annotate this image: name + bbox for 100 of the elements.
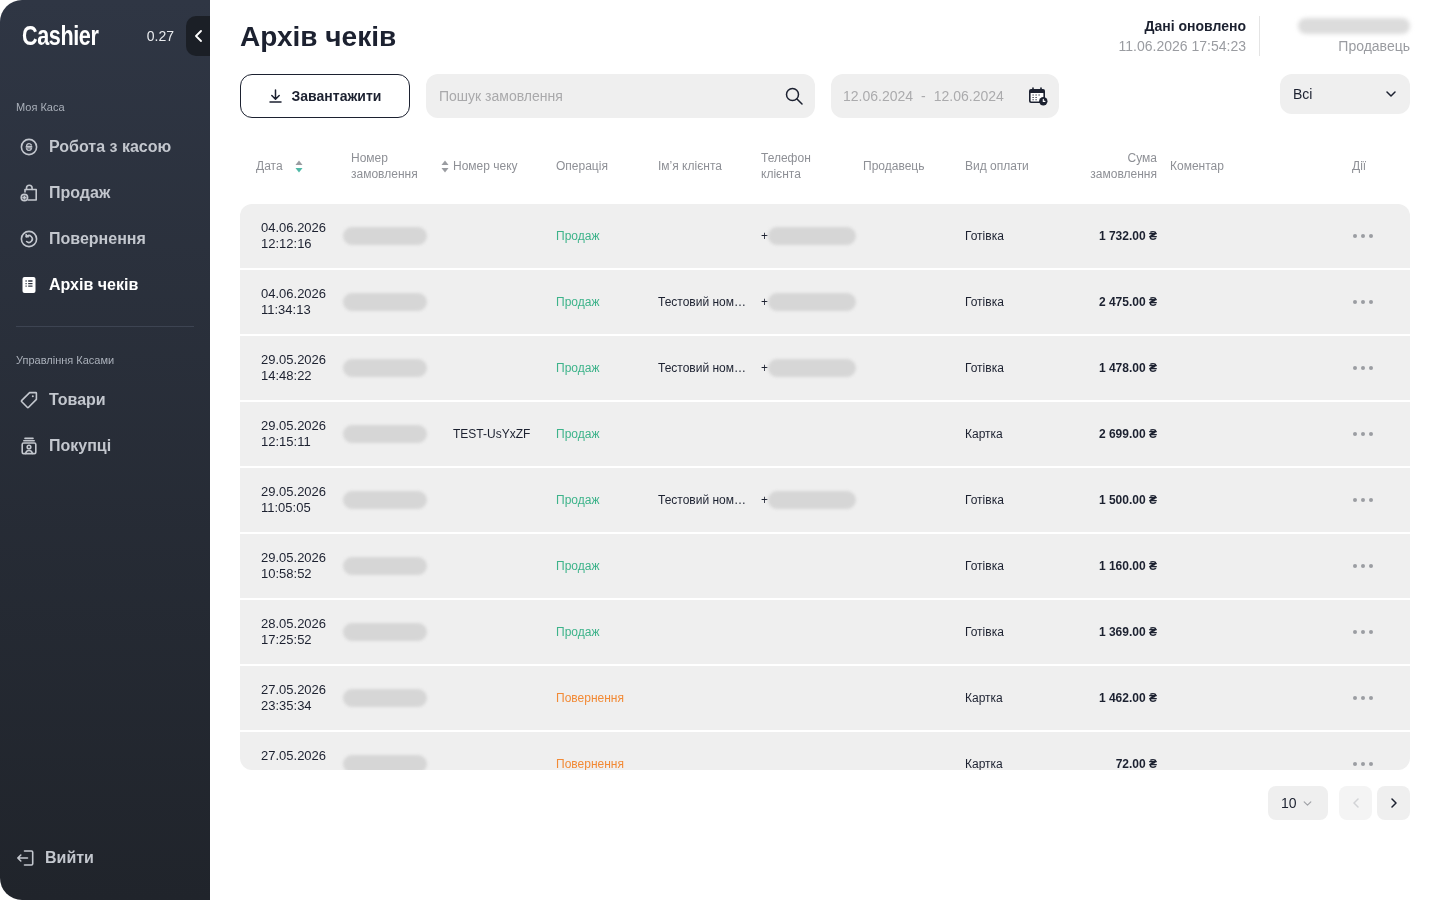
sidebar-item[interactable]: Продаж (20, 170, 111, 216)
sidebar-item[interactable]: Покупці (20, 423, 112, 469)
column-header: Продавець (863, 158, 925, 174)
operation-text: Продаж (556, 229, 600, 243)
update-timestamp: 11.06.2026 17:54:23 (1118, 37, 1246, 56)
date-time: 04.06.2026 12:12:16 (261, 220, 328, 252)
payment-method: Готівка (965, 493, 1004, 507)
order-amount: 1 462.00 ₴ (1098, 690, 1157, 707)
sidebar-item[interactable]: Повернення (20, 216, 146, 262)
sidebar-item[interactable]: Товари (20, 377, 106, 423)
order-amount: 1 160.00 ₴ (1098, 558, 1157, 575)
client-name: Тестовий ном… (658, 295, 747, 309)
filter-select[interactable]: Всі (1280, 74, 1410, 114)
date-time: 29.05.2026 14:48:22 (261, 352, 328, 384)
more-icon[interactable] (1353, 762, 1373, 766)
payment-method: Готівка (965, 625, 1004, 639)
date-time: 28.05.2026 17:25:52 (261, 616, 328, 648)
payment-method: Готівка (965, 295, 1004, 309)
phone-prefix: + (761, 228, 768, 245)
client-name: Тестовий ном… (658, 493, 747, 507)
column-header: Операція (556, 158, 608, 174)
operation-text: Продаж (556, 625, 600, 639)
operation-text: Повернення (556, 757, 624, 770)
tag-icon (20, 391, 38, 409)
phone-prefix: + (761, 294, 768, 311)
column-header: Сума замовлення (1089, 150, 1157, 182)
more-icon[interactable] (1353, 630, 1373, 634)
collapse-button[interactable] (186, 16, 210, 56)
contact-card-icon (20, 437, 38, 455)
download-button[interactable]: Завантажити (240, 74, 410, 118)
operation-text: Продаж (556, 493, 600, 507)
payment-method: Картка (965, 427, 1003, 441)
column-header: Номер чеку (453, 158, 518, 174)
date-time: 04.06.2026 11:34:13 (261, 286, 328, 318)
table-row[interactable]: 04.06.2026 12:12:16 Продаж + Готівка 1 732.00 ₴ (240, 204, 1410, 268)
table-row[interactable]: 29.05.2026 11:05:05 Продаж Тестовий ном… + Готівка 1 500.00 ₴ (240, 468, 1410, 532)
operation-text: Продаж (556, 361, 600, 375)
phone-prefix: + (761, 492, 768, 509)
chevron-left-icon (194, 30, 202, 42)
chevron-left-icon (1352, 798, 1359, 808)
order-amount: 72.00 ₴ (1115, 756, 1157, 770)
check-number: TEST-UsYxZF (453, 427, 531, 441)
more-icon[interactable] (1353, 234, 1373, 238)
table-row[interactable]: 29.05.2026 12:15:11 TEST-UsYxZF Продаж Картка 2 699.00 ₴ (240, 402, 1410, 466)
chevron-down-icon (1386, 91, 1396, 97)
more-icon[interactable] (1353, 696, 1373, 700)
table-row[interactable]: 27.05.2026 Повернення Картка 72.00 ₴ (240, 732, 1410, 770)
sort-icon[interactable] (294, 159, 303, 173)
date-time: 29.05.2026 11:05:05 (261, 484, 328, 516)
operation-text: Продаж (556, 295, 600, 309)
more-icon[interactable] (1353, 564, 1373, 568)
user-role: Продавець (1338, 37, 1410, 56)
next-page-button[interactable] (1377, 786, 1410, 820)
more-icon[interactable] (1353, 300, 1373, 304)
column-header: Дата (256, 158, 283, 174)
table-row[interactable]: 27.05.2026 23:35:34 Повернення Картка 1 462.00 ₴ (240, 666, 1410, 730)
logo-text: Cashier (22, 20, 99, 52)
calendar-icon (1028, 86, 1048, 106)
payment-method: Готівка (965, 229, 1004, 243)
document-icon (20, 276, 38, 294)
client-name: Тестовий ном… (658, 361, 747, 375)
operation-text: Продаж (556, 427, 600, 441)
operation-text: Продаж (556, 559, 600, 573)
coin-icon (20, 138, 38, 156)
page-size-select[interactable]: 10 (1268, 786, 1328, 820)
order-amount: 1 369.00 ₴ (1098, 624, 1157, 641)
payment-method: Готівка (965, 559, 1004, 573)
sidebar-item[interactable]: Робота з касою (20, 124, 172, 170)
column-header: Коментар (1170, 158, 1224, 174)
column-header: Вид оплати (965, 158, 1029, 174)
update-label: Дані оновлено (1144, 17, 1246, 36)
order-amount: 1 500.00 ₴ (1098, 492, 1157, 509)
table-row[interactable]: 28.05.2026 17:25:52 Продаж Готівка 1 369.00 ₴ (240, 600, 1410, 664)
more-icon[interactable] (1353, 432, 1373, 436)
more-icon[interactable] (1353, 366, 1373, 370)
column-header: Телефон клієнта (761, 150, 812, 182)
date-time: 29.05.2026 12:15:11 (261, 418, 328, 450)
order-amount: 1 478.00 ₴ (1098, 360, 1157, 377)
sort-icon[interactable] (441, 159, 449, 173)
sidebar-item[interactable]: Архів чеків (20, 262, 139, 308)
chevron-right-icon (1390, 798, 1397, 808)
column-header: Ім’я клієнта (658, 158, 722, 174)
search-field[interactable]: Пошук замовлення (426, 74, 815, 118)
order-amount: 1 732.00 ₴ (1098, 228, 1157, 245)
payment-method: Готівка (965, 361, 1004, 375)
date-time: 29.05.2026 10:58:52 (261, 550, 328, 582)
more-icon[interactable] (1353, 498, 1373, 502)
chevron-down-icon (1302, 800, 1312, 806)
table-row[interactable]: 29.05.2026 10:58:52 Продаж Готівка 1 160.00 ₴ (240, 534, 1410, 598)
phone-prefix: + (761, 360, 768, 377)
payment-method: Картка (965, 691, 1003, 705)
logout-icon (16, 849, 35, 867)
section-label: Моя Каса (16, 100, 65, 114)
table-row[interactable]: 04.06.2026 11:34:13 Продаж Тестовий ном… + Готівка 2 475.00 ₴ (240, 270, 1410, 334)
section-label: Управління Касами (16, 353, 115, 367)
date-time: 27.05.2026 (261, 748, 328, 764)
search-icon[interactable] (785, 87, 803, 105)
logout-button[interactable]: Вийти (16, 835, 94, 881)
version-label: 0.27 (146, 26, 174, 46)
table-row[interactable]: 29.05.2026 14:48:22 Продаж Тестовий ном… + Готівка 1 478.00 ₴ (240, 336, 1410, 400)
